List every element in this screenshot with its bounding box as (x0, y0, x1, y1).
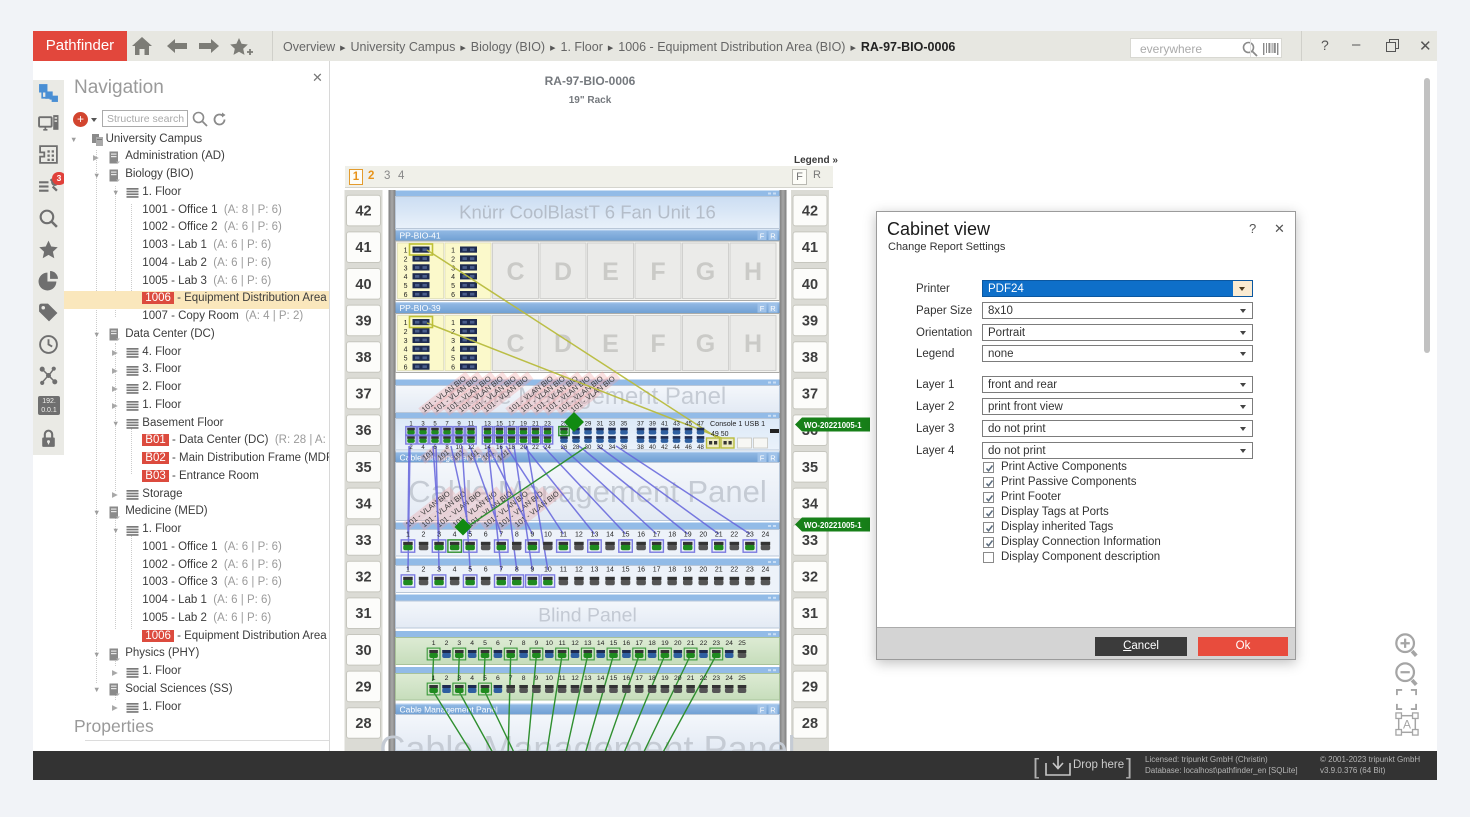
svg-text:A: A (1403, 718, 1411, 732)
